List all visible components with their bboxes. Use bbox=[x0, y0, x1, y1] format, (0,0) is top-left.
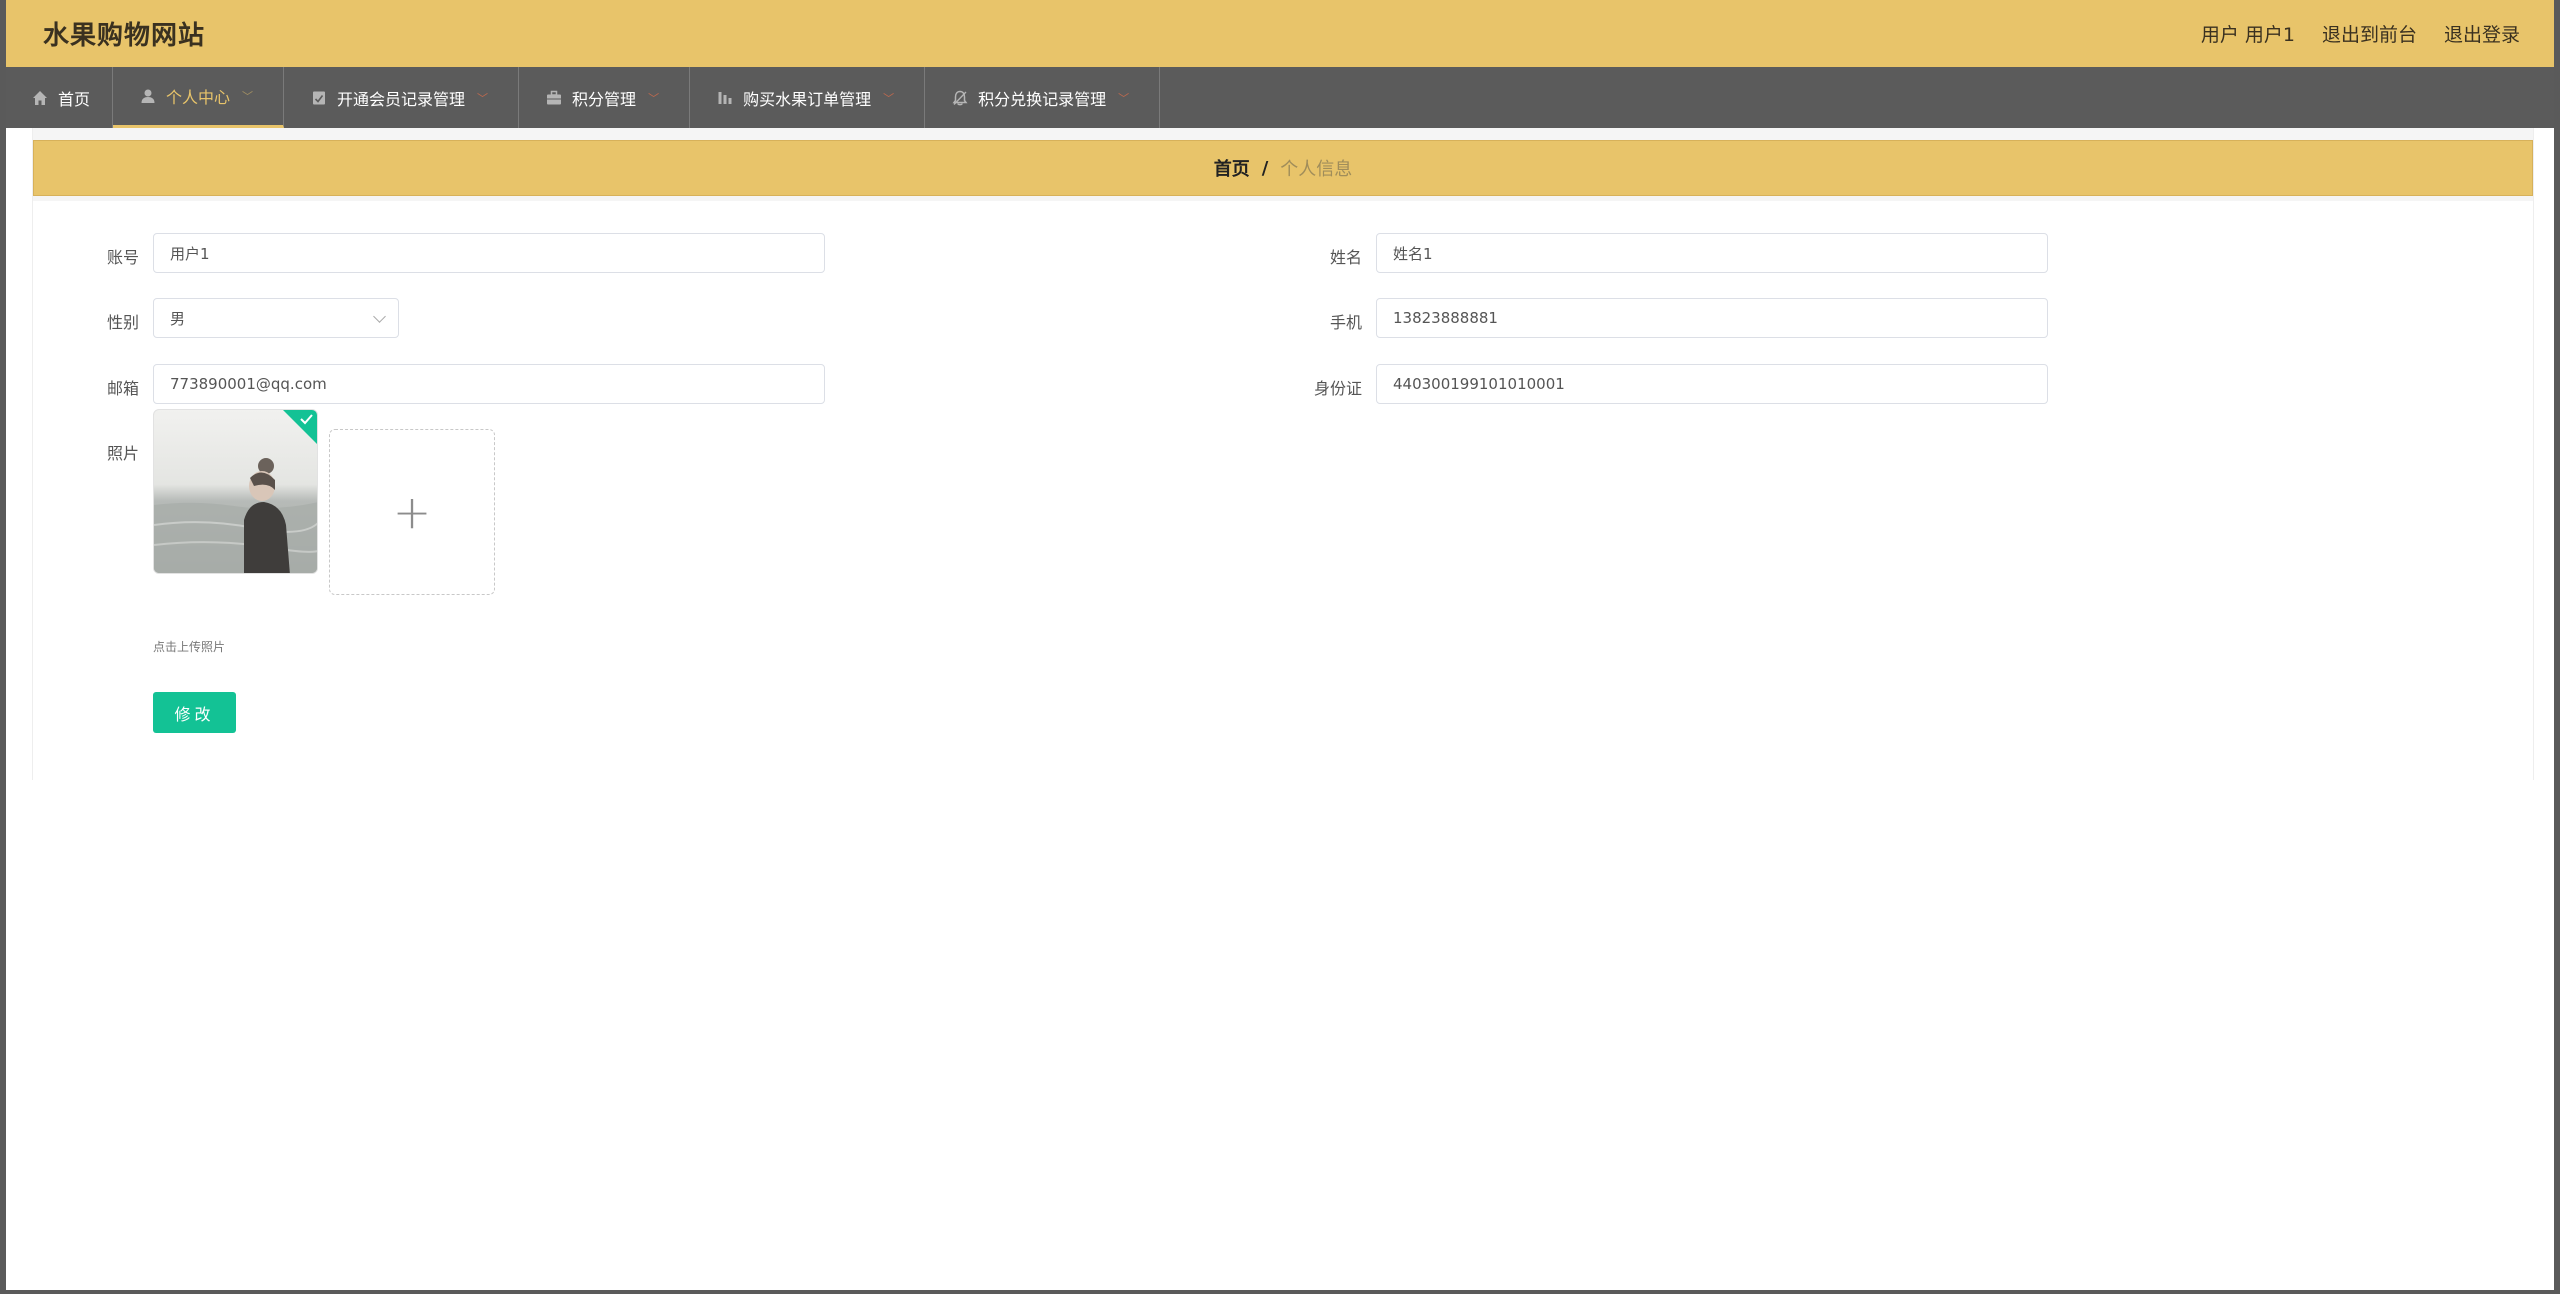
name-label: 姓名 bbox=[1329, 248, 1362, 267]
bell-icon bbox=[952, 90, 968, 105]
nav-item-label: 个人中心 bbox=[166, 88, 231, 107]
account-label: 账号 bbox=[106, 248, 139, 267]
idcard-value: 440300199101010001 bbox=[1393, 375, 1565, 393]
main-nav: 首页 个人中心 ﹀ 开通会员记录管理 ﹀ 积分管理 ﹀ 购买水果订单管理 ﹀ 积… bbox=[6, 67, 2554, 128]
idcard-field[interactable]: 440300199101010001 bbox=[1376, 364, 2048, 404]
nav-item-label: 购买水果订单管理 bbox=[743, 89, 872, 109]
chevron-down-icon: ﹀ bbox=[242, 90, 254, 103]
photo-upload-button[interactable]: + bbox=[329, 429, 495, 595]
account-value: 用户1 bbox=[170, 244, 210, 263]
chevron-down-icon bbox=[373, 310, 386, 323]
nav-item-personal-center[interactable]: 个人中心 ﹀ bbox=[113, 67, 285, 128]
name-field[interactable]: 姓名1 bbox=[1376, 233, 2048, 273]
upload-tip: 点击上传照片 bbox=[153, 640, 226, 654]
nav-item-points-exchange[interactable]: 积分兑换记录管理 ﹀ bbox=[925, 67, 1161, 128]
idcard-label: 身份证 bbox=[1313, 379, 1362, 398]
nav-item-label: 积分管理 bbox=[572, 89, 637, 109]
phone-value: 13823888881 bbox=[1393, 309, 1498, 327]
breadcrumb-current: 个人信息 bbox=[1280, 159, 1353, 180]
nav-item-label: 首页 bbox=[58, 89, 91, 109]
content-panel: 首页 / 个人信息 账号 用户1 姓名 姓名1 性别 男 手机 13823888… bbox=[32, 128, 2534, 780]
name-value: 姓名1 bbox=[1393, 244, 1433, 263]
gender-value: 男 bbox=[170, 309, 186, 328]
plus-icon: + bbox=[392, 485, 432, 539]
profile-form: 账号 用户1 姓名 姓名1 性别 男 手机 13823888881 邮箱 773… bbox=[33, 201, 2533, 780]
nav-item-membership-records[interactable]: 开通会员记录管理 ﹀ bbox=[284, 67, 520, 128]
phone-field[interactable]: 13823888881 bbox=[1376, 298, 2048, 338]
submit-button[interactable]: 修改 bbox=[153, 692, 236, 733]
email-value: 773890001@qq.com bbox=[170, 375, 327, 393]
breadcrumb-separator: / bbox=[1261, 157, 1269, 179]
current-user-label: 用户 用户1 bbox=[2200, 24, 2295, 46]
email-field[interactable]: 773890001@qq.com bbox=[153, 364, 825, 404]
chevron-down-icon: ﹀ bbox=[648, 91, 660, 105]
home-icon bbox=[33, 90, 47, 105]
email-label: 邮箱 bbox=[106, 379, 139, 398]
chevron-down-icon: ﹀ bbox=[477, 91, 489, 105]
back-to-front-link[interactable]: 退出到前台 bbox=[2322, 20, 2417, 47]
app-window: 水果购物网站 用户 用户1 退出到前台 退出登录 首页 个人中心 ﹀ 开通会员记… bbox=[6, 0, 2554, 1290]
chevron-down-icon: ﹀ bbox=[1118, 91, 1130, 105]
site-title: 水果购物网站 bbox=[43, 21, 206, 51]
photo-label: 照片 bbox=[106, 444, 139, 463]
logout-link[interactable]: 退出登录 bbox=[2444, 20, 2520, 47]
document-icon bbox=[313, 91, 326, 104]
nav-item-points[interactable]: 积分管理 ﹀ bbox=[519, 67, 691, 128]
user-icon bbox=[141, 89, 155, 103]
top-header: 水果购物网站 用户 用户1 退出到前台 退出登录 bbox=[6, 0, 2554, 67]
uploaded-photo[interactable] bbox=[153, 409, 318, 574]
nav-item-fruit-orders[interactable]: 购买水果订单管理 ﹀ bbox=[690, 67, 926, 128]
breadcrumb-home[interactable]: 首页 bbox=[1214, 155, 1250, 181]
top-actions: 用户 用户1 退出到前台 退出登录 bbox=[2201, 20, 2520, 47]
briefcase-icon bbox=[547, 90, 562, 104]
chart-icon bbox=[718, 91, 732, 104]
check-icon bbox=[283, 410, 317, 444]
nav-item-label: 开通会员记录管理 bbox=[337, 89, 466, 109]
nav-item-home[interactable]: 首页 bbox=[6, 67, 114, 128]
gender-select[interactable]: 男 bbox=[153, 298, 399, 338]
chevron-down-icon: ﹀ bbox=[883, 91, 895, 105]
phone-label: 手机 bbox=[1329, 313, 1362, 332]
account-field[interactable]: 用户1 bbox=[153, 233, 825, 273]
gender-label: 性别 bbox=[106, 313, 139, 332]
nav-item-label: 积分兑换记录管理 bbox=[978, 89, 1107, 109]
breadcrumb: 首页 / 个人信息 bbox=[33, 140, 2533, 196]
